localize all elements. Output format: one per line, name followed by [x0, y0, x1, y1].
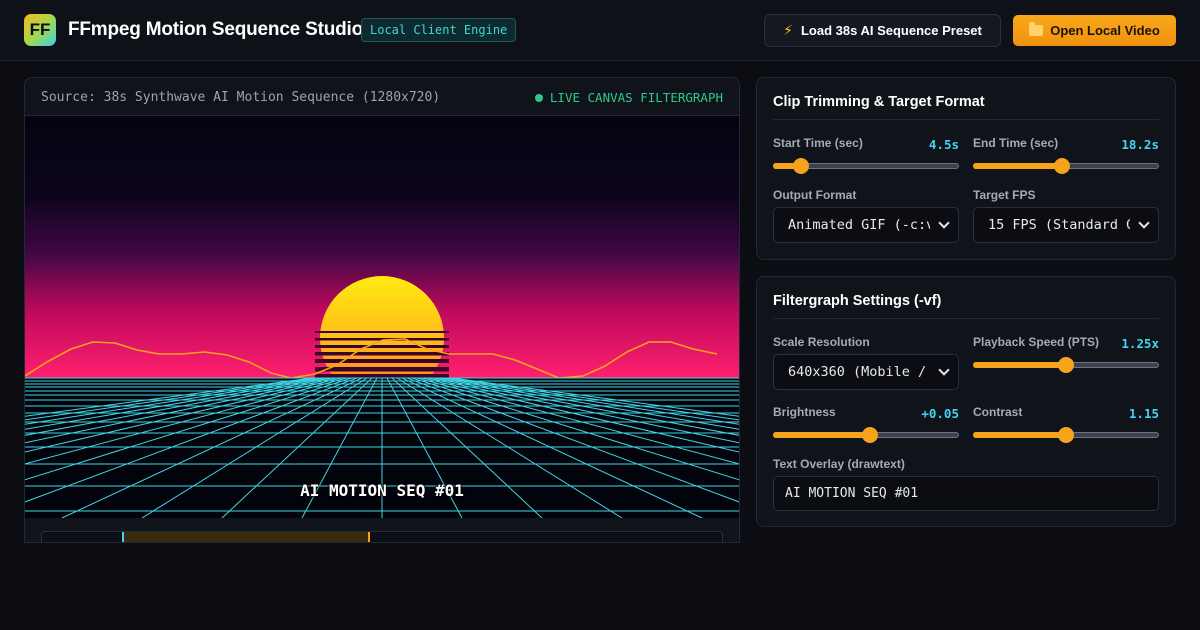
playback-speed-label: Playback Speed (PTS): [973, 335, 1100, 349]
brightness-value: +0.05: [921, 406, 959, 421]
scale-resolution-select[interactable]: 640x360 (Mobile / Web): [773, 354, 959, 390]
clip-trimming-card: Clip Trimming & Target Format Start Time…: [756, 77, 1176, 260]
timeline-selected-range: [122, 532, 369, 542]
live-status-dot-icon: [534, 93, 543, 102]
sun-scanlines: [315, 331, 449, 378]
app-logo: FF: [24, 14, 56, 46]
brightness-label: Brightness: [773, 405, 836, 419]
scale-resolution-value: 640x360 (Mobile / Web): [788, 364, 930, 380]
output-format-select[interactable]: Animated GIF (-c:v gif): [773, 207, 959, 243]
start-time-value: 4.5s: [928, 137, 959, 152]
end-time-label: End Time (sec): [973, 136, 1059, 150]
chevron-down-icon: [1138, 218, 1150, 232]
filtergraph-card: Filtergraph Settings (-vf) Scale Resolut…: [756, 276, 1176, 527]
playback-speed-slider[interactable]: [973, 357, 1159, 373]
timeline-track[interactable]: [41, 531, 723, 542]
open-local-video-label: Open Local Video: [1050, 23, 1160, 38]
target-fps-value: 15 FPS (Standard GIF): [988, 217, 1130, 233]
live-status: LIVE CANVAS FILTERGRAPH: [534, 90, 723, 105]
brightness-slider[interactable]: [773, 427, 959, 443]
timeline-end-handle[interactable]: [367, 532, 370, 542]
chevron-down-icon: [938, 218, 950, 232]
start-time-slider[interactable]: [773, 158, 959, 174]
card-divider: [773, 119, 1159, 120]
engine-badge: Local Client Engine: [361, 18, 517, 42]
folder-icon: [1029, 22, 1044, 36]
live-status-label: LIVE CANVAS FILTERGRAPH: [549, 90, 723, 105]
start-time-label: Start Time (sec): [773, 136, 863, 150]
output-format-label: Output Format: [773, 188, 857, 202]
drawtext-overlay: AI MOTION SEQ #01: [300, 481, 464, 500]
text-overlay-input[interactable]: AI MOTION SEQ #01: [773, 476, 1159, 511]
chevron-down-icon: [938, 365, 950, 379]
contrast-value: 1.15: [1128, 406, 1159, 421]
target-fps-label: Target FPS: [973, 188, 1036, 202]
app-title: FFmpeg Motion Sequence Studio: [68, 19, 364, 40]
filtergraph-title: Filtergraph Settings (-vf): [773, 293, 942, 309]
output-format-value: Animated GIF (-c:v gif): [788, 217, 930, 233]
timeline-start-handle[interactable]: [121, 532, 124, 542]
target-fps-select[interactable]: 15 FPS (Standard GIF): [973, 207, 1159, 243]
card-divider: [773, 318, 1159, 319]
top-bar: FF FFmpeg Motion Sequence Studio Local C…: [0, 0, 1200, 61]
scale-resolution-label: Scale Resolution: [773, 335, 870, 349]
text-overlay-label: Text Overlay (drawtext): [773, 457, 905, 471]
contrast-label: Contrast: [973, 405, 1023, 419]
synthwave-frame: [25, 116, 739, 519]
end-time-value: 18.2s: [1121, 137, 1159, 152]
playback-speed-value: 1.25x: [1121, 336, 1159, 351]
end-time-slider[interactable]: [973, 158, 1159, 174]
clip-trimming-title: Clip Trimming & Target Format: [773, 94, 985, 110]
preview-panel: Source: 38s Synthwave AI Motion Sequence…: [24, 77, 740, 543]
load-preset-button[interactable]: ⚡ Load 38s AI Sequence Preset: [764, 14, 1001, 47]
video-canvas[interactable]: AI MOTION SEQ #01: [25, 116, 739, 519]
preview-header: Source: 38s Synthwave AI Motion Sequence…: [25, 78, 739, 116]
source-label: Source: 38s Synthwave AI Motion Sequence…: [41, 90, 441, 105]
contrast-slider[interactable]: [973, 427, 1159, 443]
lightning-bolt-icon: ⚡: [783, 22, 793, 38]
open-local-video-button[interactable]: Open Local Video: [1013, 15, 1176, 46]
load-preset-label: Load 38s AI Sequence Preset: [800, 23, 982, 38]
